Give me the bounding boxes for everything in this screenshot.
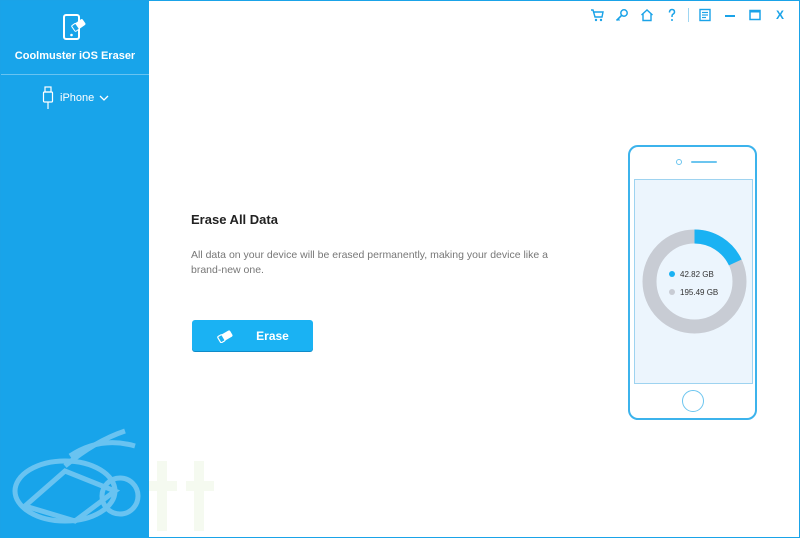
phone-camera: [676, 159, 682, 165]
phone-speaker: [691, 161, 717, 163]
app-logo-icon: [63, 14, 86, 40]
chevron-down-icon: [99, 95, 109, 101]
toolbar-separator: [688, 8, 689, 22]
phone-home-button: [682, 390, 704, 412]
watermark-letters: [149, 461, 214, 531]
watermark-graphic: [12, 428, 141, 524]
feedback-icon[interactable]: [696, 6, 714, 24]
home-icon[interactable]: [638, 6, 656, 24]
free-size: 195.49 GB: [680, 287, 719, 297]
help-icon[interactable]: [663, 6, 681, 24]
erase-description: All data on your device will be erased p…: [191, 249, 548, 276]
device-selector[interactable]: iPhone: [41, 85, 109, 111]
title-bar-toolbar: X: [581, 5, 789, 25]
storage-legend: 42.82 GB 195.49 GB: [669, 267, 718, 303]
close-icon[interactable]: X: [771, 6, 789, 24]
sidebar-divider: [1, 74, 149, 75]
legend-free: 195.49 GB: [669, 285, 718, 299]
key-icon[interactable]: [613, 6, 631, 24]
used-size: 42.82 GB: [680, 269, 714, 279]
app-title: Coolmuster iOS Eraser: [14, 50, 136, 62]
phone-screen: 42.82 GB 195.49 GB: [634, 179, 753, 384]
usb-icon: [42, 86, 54, 109]
page-title: Erase All Data: [191, 212, 278, 227]
erase-button[interactable]: Erase: [192, 320, 313, 351]
app-window: Coolmuster iOS Eraser iPhone X Erase All…: [0, 0, 800, 538]
close-label: X: [775, 8, 784, 22]
cart-icon[interactable]: [588, 6, 606, 24]
minimize-icon[interactable]: [721, 6, 739, 24]
phone-illustration: 42.82 GB 195.49 GB: [628, 145, 757, 420]
device-name: iPhone: [60, 92, 95, 104]
free-dot: [669, 289, 675, 295]
maximize-icon[interactable]: [746, 6, 764, 24]
legend-used: 42.82 GB: [669, 267, 718, 281]
eraser-icon: [217, 329, 233, 343]
erase-button-label: Erase: [256, 328, 289, 343]
used-dot: [669, 271, 675, 277]
sidebar: Coolmuster iOS Eraser iPhone: [1, 1, 149, 538]
